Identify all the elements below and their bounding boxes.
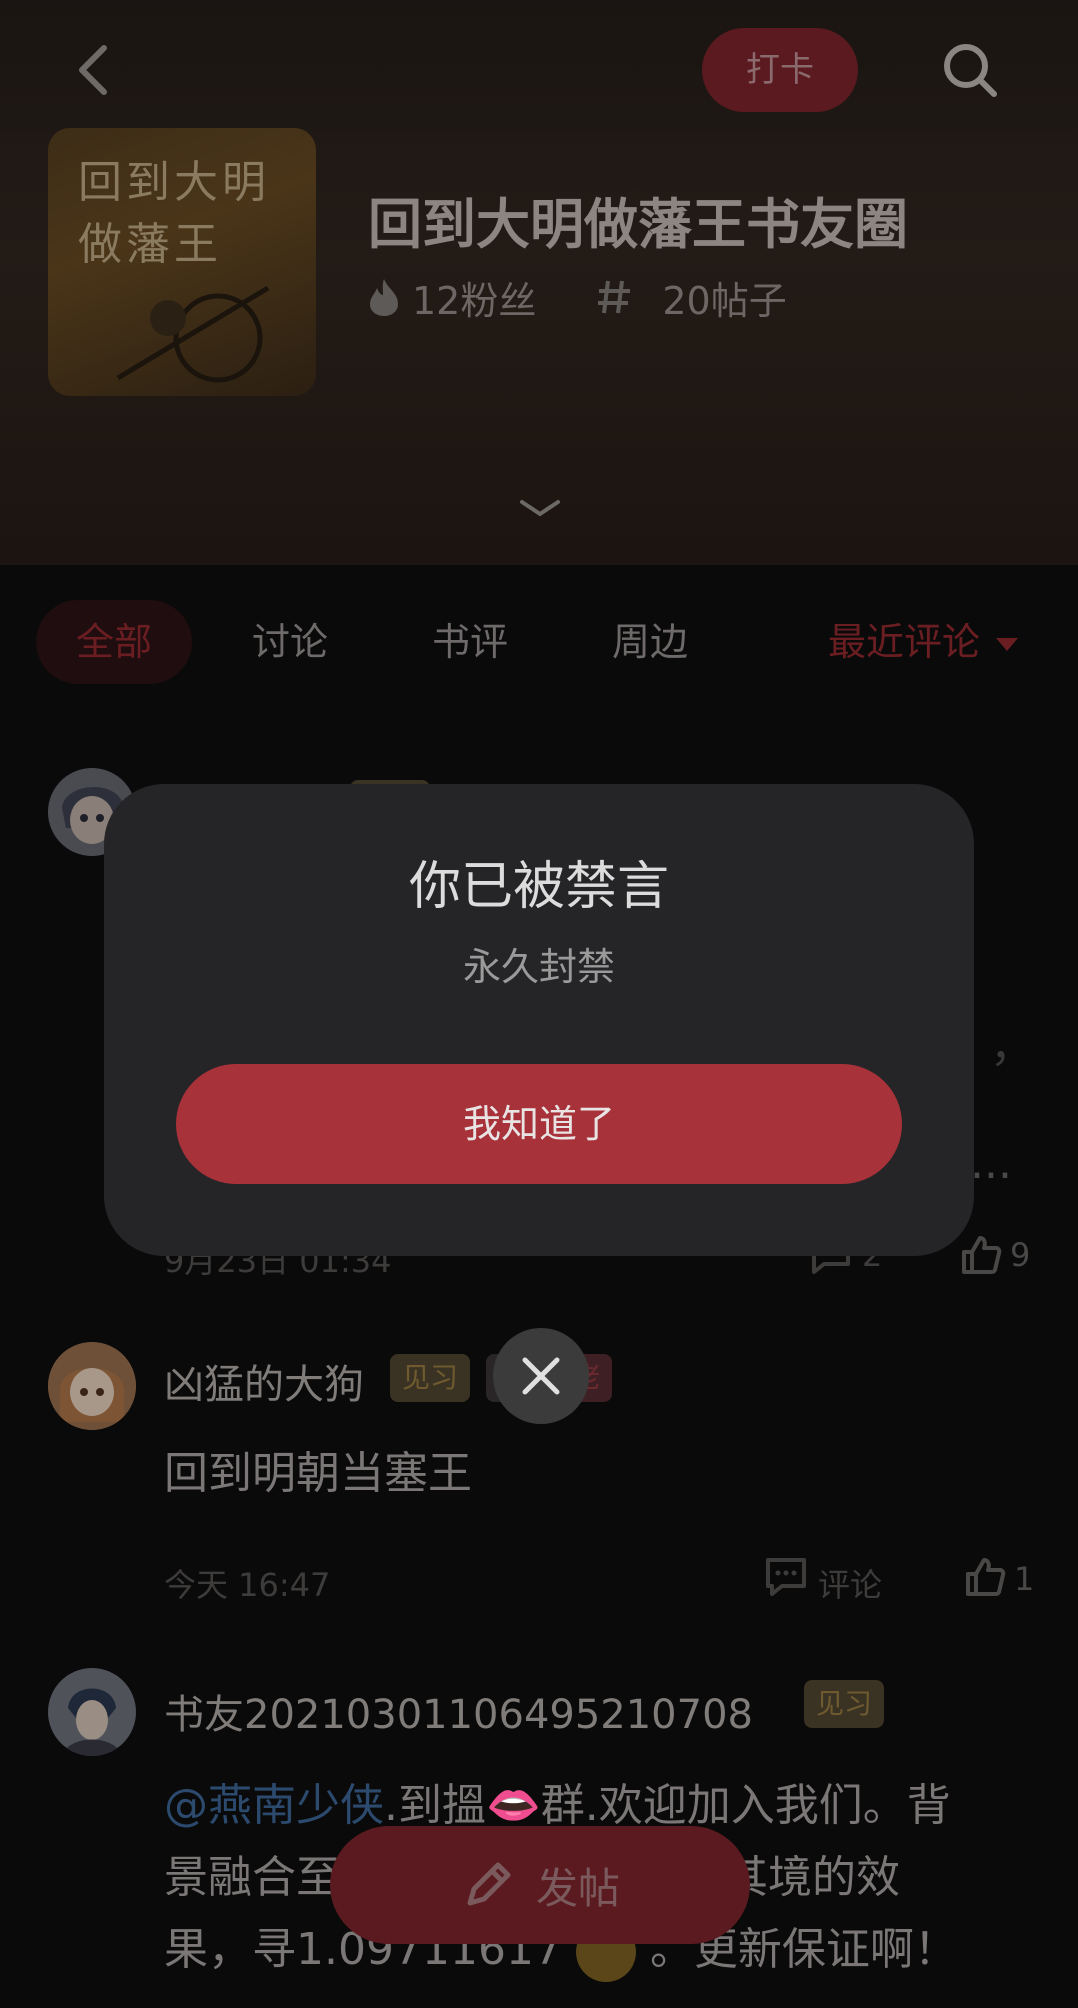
tab-merch[interactable]: 周边 <box>612 600 688 684</box>
tab-all[interactable]: 全部 <box>36 600 192 684</box>
tab-discuss[interactable]: 讨论 <box>252 600 328 684</box>
mute-dialog: 你已被禁言 永久封禁 我知道了 <box>104 784 974 1256</box>
comment-label[interactable]: 评论 <box>818 1560 882 1606</box>
content-text: 景融合至 <box>164 1852 340 1903</box>
back-button[interactable] <box>70 40 114 100</box>
acknowledge-button[interactable]: 我知道了 <box>176 1064 902 1184</box>
like-count: 9 <box>1010 1236 1031 1274</box>
post-time: 今天 16:47 <box>164 1566 331 1604</box>
fans-count: 12粉丝 <box>412 278 537 323</box>
search-button[interactable] <box>940 40 1000 100</box>
chevron-down-icon[interactable] <box>518 496 562 520</box>
level-badge: 见习 <box>804 1680 885 1728</box>
close-button[interactable] <box>493 1328 589 1424</box>
fire-icon <box>370 279 398 316</box>
like-icon[interactable] <box>964 1556 1006 1598</box>
post-content[interactable]: 回到明朝当塞王 <box>164 1438 472 1510</box>
dialog-subtitle: 永久封禁 <box>462 945 615 989</box>
hashtag-icon <box>598 280 631 314</box>
warrior-avatar-icon <box>48 1668 136 1756</box>
category-tabs: 全部 讨论 书评 周边 最近评论 <box>0 600 1078 684</box>
sort-label: 最近评论 <box>828 620 981 664</box>
sort-dropdown[interactable]: 最近评论 <box>828 600 1019 684</box>
like-icon[interactable] <box>960 1234 1002 1276</box>
mention-link[interactable]: @燕南少侠 <box>164 1780 384 1831</box>
book-cover[interactable]: 回到大明做藩王 <box>48 128 316 396</box>
anime-girl-avatar-icon <box>48 1342 136 1430</box>
close-icon <box>522 1357 560 1395</box>
circle-title: 回到大明做藩王书友圈 <box>368 192 908 256</box>
user-name[interactable]: 凶猛的大狗 <box>164 1352 364 1410</box>
chevron-left-icon <box>79 45 107 95</box>
new-post-button[interactable]: 发帖 <box>330 1826 750 1944</box>
content-ellipsis: ... <box>970 1138 1012 1189</box>
cover-illustration <box>116 285 270 383</box>
checkin-button[interactable]: 打卡 <box>702 28 858 112</box>
level-badge: 见习 <box>390 1354 471 1402</box>
caret-down-icon <box>996 638 1019 651</box>
pencil-icon <box>467 1862 511 1906</box>
circle-stats: 12粉丝 20帖子 <box>366 272 787 323</box>
avatar[interactable] <box>48 1342 136 1430</box>
avatar[interactable] <box>48 1668 136 1756</box>
user-name[interactable]: 书友20210301106495210708 <box>164 1682 753 1740</box>
dialog-title: 你已被禁言 <box>408 857 669 917</box>
search-icon <box>944 44 997 97</box>
tab-review[interactable]: 书评 <box>432 600 508 684</box>
content-text: .到搵👄群.欢迎加入我们。背 <box>384 1780 951 1831</box>
like-count: 1 <box>1014 1560 1035 1598</box>
circle-header: 打卡 回到大明做藩王 回到大明做藩王书友圈 12粉丝 20帖子 <box>0 0 1078 565</box>
content-fragment: ， <box>990 1021 1034 1072</box>
cover-title-text: 回到大明做藩王 <box>78 157 270 270</box>
posts-count: 20帖子 <box>662 278 787 323</box>
comment-icon[interactable] <box>764 1556 808 1598</box>
new-post-label: 发帖 <box>535 1863 620 1913</box>
